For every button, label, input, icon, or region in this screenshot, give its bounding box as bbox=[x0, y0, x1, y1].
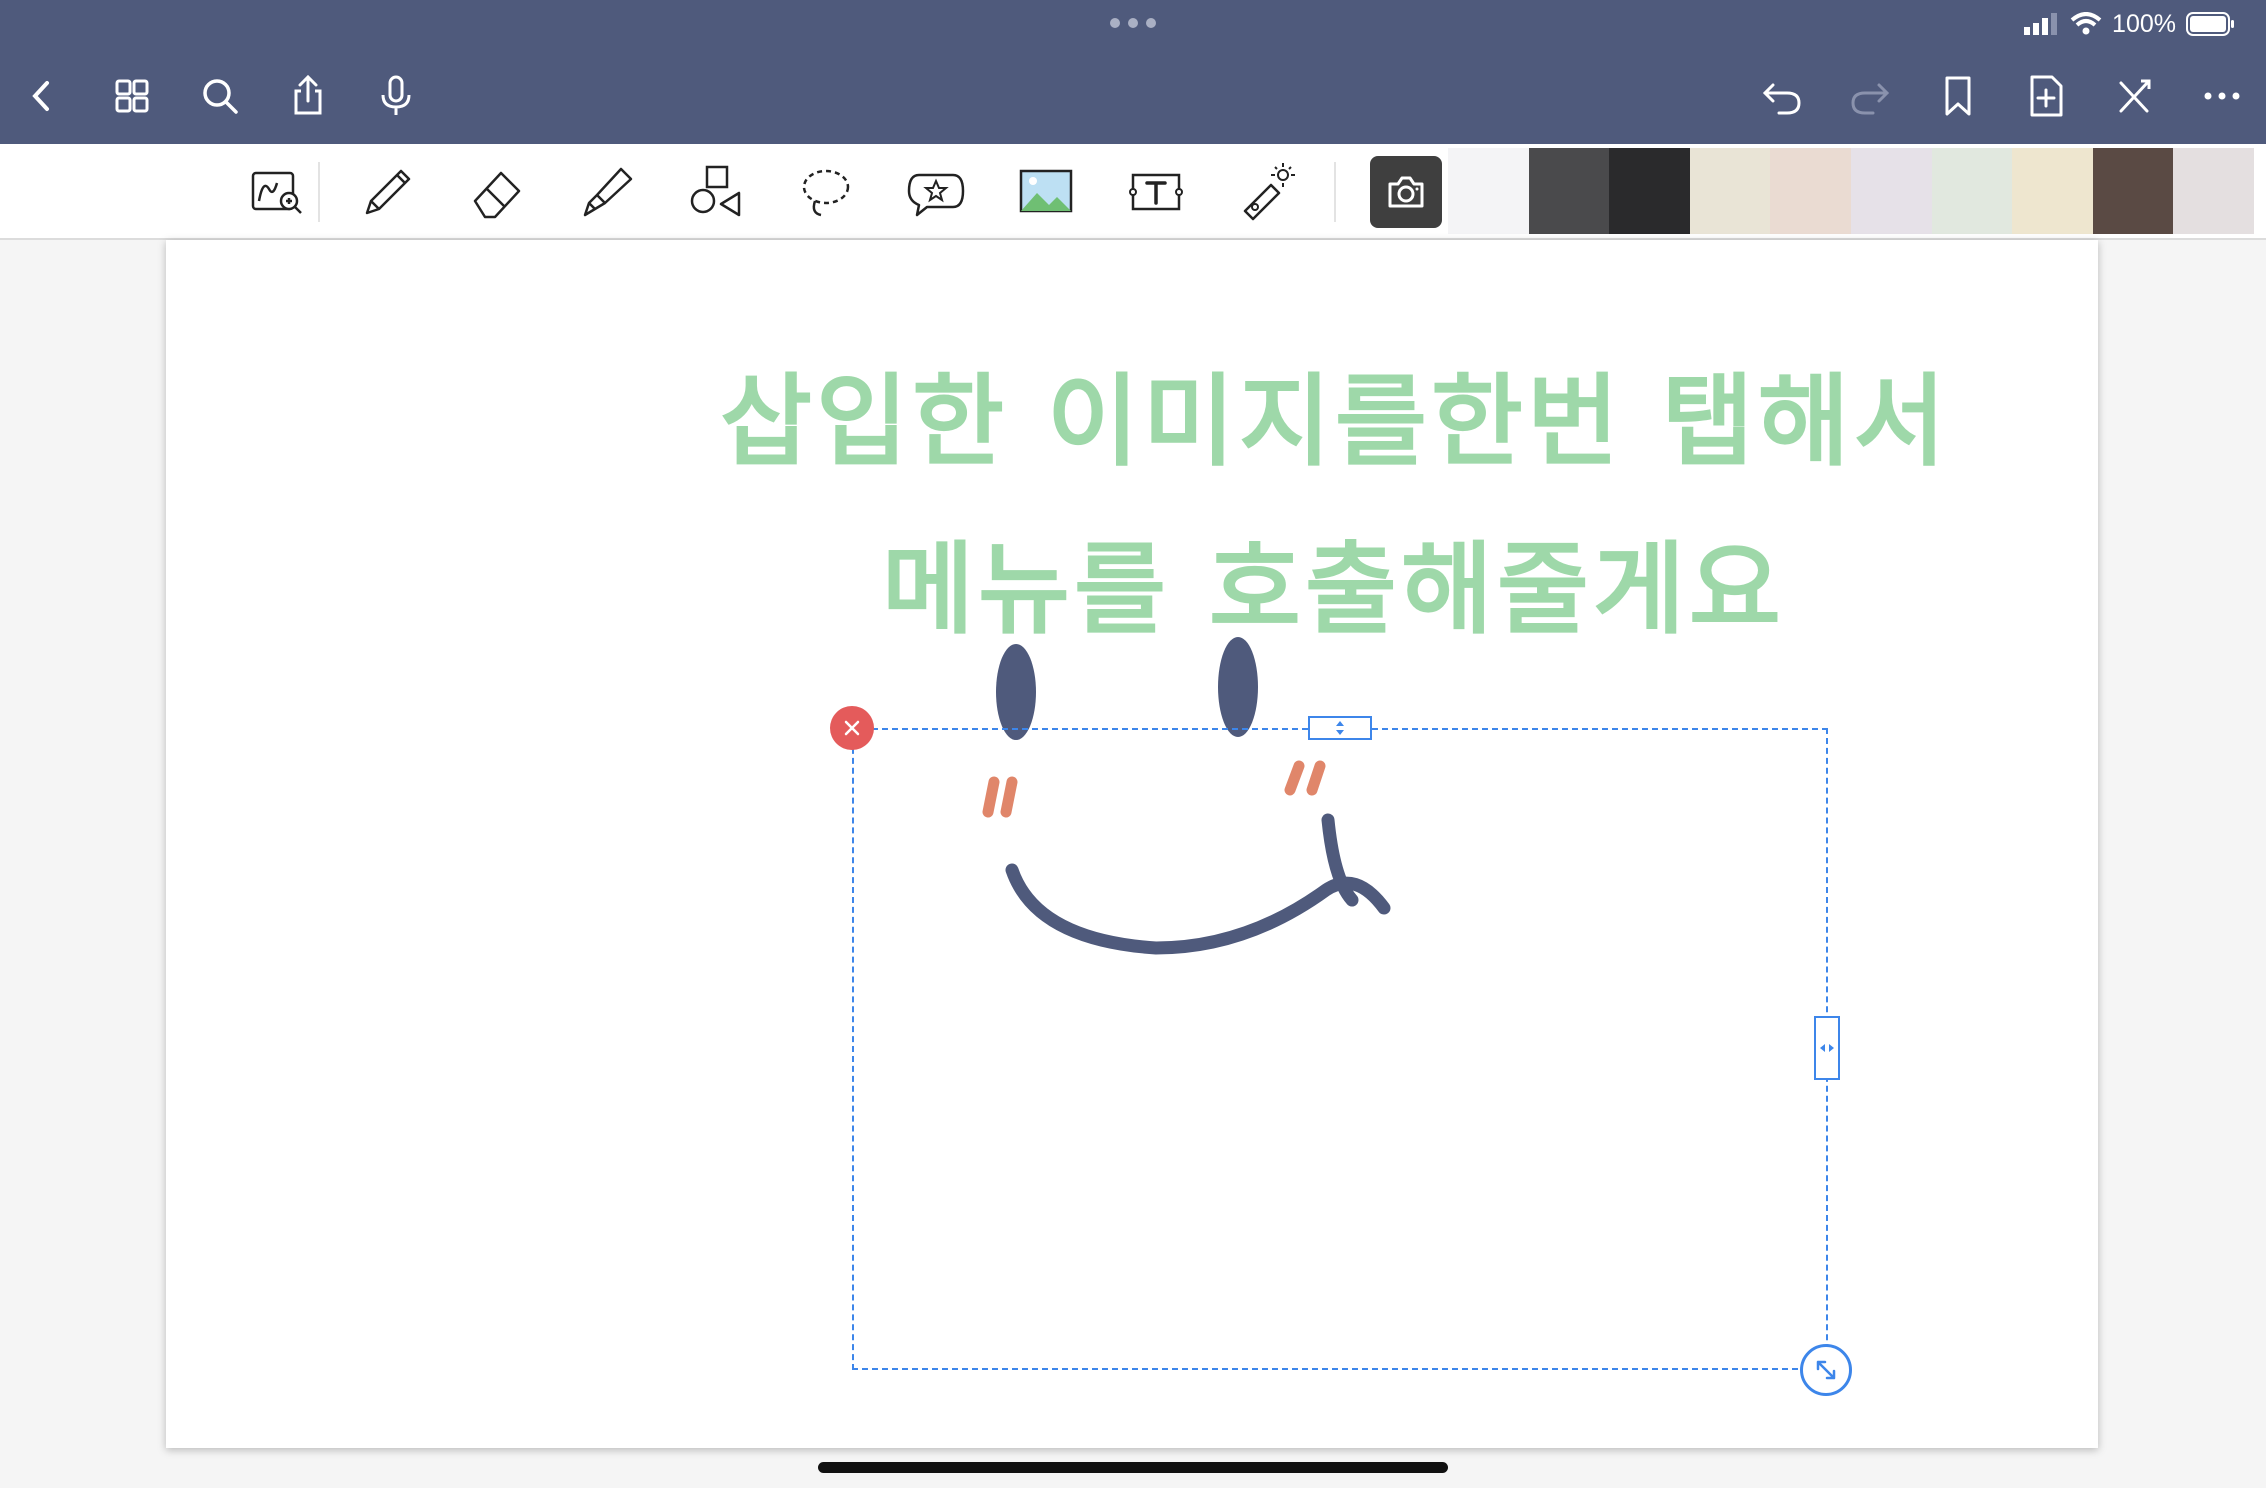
recent-image-thumb[interactable] bbox=[1770, 148, 1851, 234]
recent-image-thumb[interactable] bbox=[2173, 148, 2254, 234]
shapes-tool[interactable] bbox=[676, 156, 756, 228]
recent-image-thumb[interactable] bbox=[1850, 148, 1932, 234]
eraser-icon bbox=[473, 171, 521, 219]
image-selection-frame[interactable] bbox=[852, 728, 1828, 1370]
recent-image-thumb[interactable] bbox=[1609, 148, 1690, 234]
pen-only-toggle-button[interactable] bbox=[2104, 66, 2164, 126]
recent-image-thumb[interactable] bbox=[1689, 148, 1771, 234]
resize-arrows-icon bbox=[1816, 1360, 1836, 1380]
add-page-icon bbox=[2030, 75, 2063, 117]
eraser-tool[interactable] bbox=[456, 156, 536, 228]
more-button[interactable] bbox=[2192, 66, 2252, 126]
recent-image-thumb[interactable] bbox=[2012, 148, 2093, 234]
image-tool[interactable] bbox=[1006, 156, 1086, 228]
sticker-tool[interactable] bbox=[896, 156, 976, 228]
more-icon bbox=[2204, 92, 2240, 100]
image-icon bbox=[1019, 169, 1073, 213]
left-eye bbox=[996, 644, 1036, 740]
home-indicator[interactable] bbox=[818, 1462, 1448, 1473]
camera-icon bbox=[1388, 176, 1424, 208]
share-icon bbox=[294, 74, 322, 115]
search-icon bbox=[203, 79, 238, 114]
highlighter-tool[interactable] bbox=[566, 156, 646, 228]
redo-icon bbox=[1851, 83, 1890, 115]
vertical-resize-handle[interactable] bbox=[1308, 716, 1372, 740]
horizontal-resize-handle[interactable] bbox=[1814, 1016, 1840, 1080]
back-icon bbox=[32, 81, 49, 111]
right-eye bbox=[1218, 637, 1258, 737]
laser-pointer-tool[interactable] bbox=[1226, 156, 1306, 228]
page-grid-button[interactable] bbox=[102, 66, 162, 126]
bookmark-button[interactable] bbox=[1928, 66, 1988, 126]
lasso-tool[interactable] bbox=[786, 156, 866, 228]
add-page-button[interactable] bbox=[2016, 66, 2076, 126]
recent-image-thumb[interactable] bbox=[1448, 148, 1529, 234]
cellular-signal-icon bbox=[2024, 13, 2058, 35]
wifi-icon bbox=[2070, 12, 2102, 35]
search-button[interactable] bbox=[190, 66, 250, 126]
toolbar-divider bbox=[1334, 162, 1336, 222]
back-button[interactable] bbox=[12, 66, 72, 126]
zoom-window-tool[interactable] bbox=[236, 156, 316, 228]
grid-icon bbox=[115, 79, 149, 113]
status-bar: 100% bbox=[2024, 8, 2236, 40]
delete-image-button[interactable] bbox=[830, 706, 874, 750]
text-tool[interactable] bbox=[1116, 156, 1196, 228]
pencil-icon bbox=[365, 169, 411, 215]
close-icon bbox=[844, 720, 860, 736]
shapes-icon bbox=[690, 165, 741, 217]
redo-button[interactable] bbox=[1840, 66, 1900, 126]
undo-icon bbox=[1762, 83, 1801, 115]
sticker-icon bbox=[907, 173, 965, 217]
laser-pointer-icon bbox=[1243, 163, 1295, 221]
share-button[interactable] bbox=[278, 66, 338, 126]
recent-image-thumb[interactable] bbox=[2092, 148, 2174, 234]
zoom-window-icon bbox=[251, 171, 302, 214]
highlighter-icon bbox=[583, 167, 633, 217]
note-page[interactable]: 삽입한 이미지를한번 탭해서 메뉴를 호출해줄게요 bbox=[166, 240, 2098, 1448]
battery-percentage: 100% bbox=[2112, 9, 2176, 38]
camera-button[interactable] bbox=[1370, 156, 1442, 228]
up-down-arrow-icon bbox=[1336, 721, 1344, 735]
lasso-icon bbox=[802, 169, 850, 217]
scale-resize-handle[interactable] bbox=[1800, 1344, 1852, 1396]
bookmark-icon bbox=[1945, 76, 1971, 116]
recent-image-thumb[interactable] bbox=[1931, 148, 2013, 234]
multitasking-dots-icon[interactable] bbox=[1110, 18, 1156, 30]
text-icon bbox=[1129, 173, 1183, 211]
left-right-arrow-icon bbox=[1820, 1044, 1834, 1052]
microphone-icon bbox=[381, 75, 411, 115]
battery-icon bbox=[2186, 12, 2234, 36]
pen-tool[interactable] bbox=[346, 156, 426, 228]
recent-image-thumb[interactable] bbox=[1528, 148, 1610, 234]
tool-bar bbox=[0, 144, 2266, 240]
undo-button[interactable] bbox=[1752, 66, 1812, 126]
toolbar-divider bbox=[318, 162, 320, 222]
record-audio-button[interactable] bbox=[366, 66, 426, 126]
recent-images-strip[interactable] bbox=[1448, 148, 2254, 234]
pen-off-icon bbox=[2119, 79, 2151, 113]
top-nav-bar: 100% bbox=[0, 0, 2266, 144]
